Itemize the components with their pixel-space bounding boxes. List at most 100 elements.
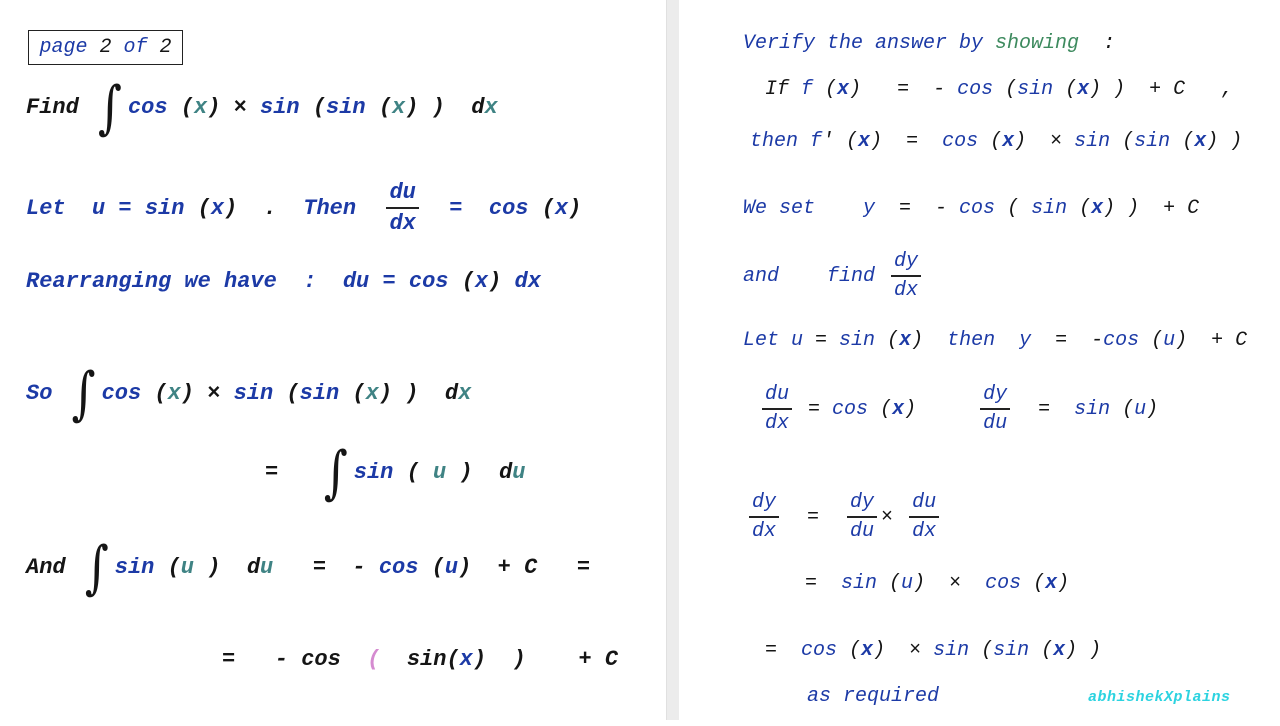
math-token: ( [273, 380, 300, 406]
math-token: sin [1017, 77, 1054, 101]
math-token: ) = - [849, 77, 958, 101]
math-token: Find [26, 94, 93, 120]
math-token: ) [446, 459, 500, 485]
math-token: ) × [913, 571, 986, 595]
if-line: If f (x) = - cos (sin (x) ) + C , [765, 59, 1233, 119]
math-token: = [765, 638, 802, 662]
math-token: sin [933, 638, 970, 662]
integral-sign-icon: ∫ [98, 73, 122, 141]
page-indicator: page 2 of 2 [28, 30, 183, 65]
numerator: dy [980, 384, 1011, 410]
math-token: sin [993, 638, 1030, 662]
math-token: x [365, 380, 379, 406]
math-token: And [26, 554, 79, 580]
math-token: cos [378, 554, 419, 580]
math-token: u [260, 554, 274, 580]
substituted-integral-line: = ∫ sin ( u ) du [265, 438, 526, 506]
math-token: x [1194, 129, 1207, 153]
math-token: ) [180, 380, 208, 406]
and-find-line: and find dy dx [743, 246, 925, 306]
math-token: x [458, 380, 472, 406]
right-panel: Verify the answer by showing : If f (x) … [679, 0, 1280, 720]
math-token: ' [822, 129, 835, 153]
math-token: ( [969, 638, 994, 662]
math-token: x [1045, 571, 1058, 595]
denominator: dx [894, 279, 919, 302]
numerator: du [909, 492, 940, 518]
math-token: = - [875, 196, 960, 220]
math-token: cos [957, 77, 994, 101]
math-token: sin [1074, 397, 1111, 421]
math-token: x [167, 380, 181, 406]
math-token: sin [114, 554, 155, 580]
math-token: then f [750, 129, 823, 153]
math-token: ) ) + C [1103, 196, 1200, 220]
math-token: ( [1110, 129, 1135, 153]
numerator: du [762, 384, 793, 410]
math-token: ) [488, 268, 515, 294]
math-token: sin [1134, 129, 1171, 153]
math-token: d [246, 554, 261, 580]
math-token: f [801, 77, 814, 101]
math-token: ( [834, 129, 859, 153]
math-token: Verify the answer by [743, 31, 996, 55]
math-token: sin [326, 94, 366, 120]
math-token: u [901, 571, 914, 595]
math-token: x [194, 94, 208, 120]
math-token: sin [1031, 196, 1068, 220]
math-token: u [444, 554, 459, 580]
math-token: sin [839, 328, 876, 352]
math-token: x [1053, 638, 1066, 662]
math-token: ) + C = [458, 554, 591, 580]
numerator: du [386, 181, 419, 209]
math-token: cos [101, 380, 142, 406]
math-token: cos [942, 129, 979, 153]
math-token: ( [339, 380, 366, 406]
math-token: Let u = sin [26, 195, 198, 221]
integral-sign-icon: ∫ [323, 438, 348, 506]
math-token: x [861, 638, 874, 662]
math-token: = - [1031, 328, 1104, 352]
math-token: × [233, 94, 261, 120]
math-token: ) [1057, 571, 1070, 595]
math-token: So [26, 380, 66, 406]
math-token: u [512, 459, 526, 485]
math-token: = [796, 397, 833, 421]
math-token: x [837, 77, 850, 101]
math-token: sin [841, 571, 878, 595]
math-token: ( [197, 195, 211, 221]
math-token: u [1163, 328, 1176, 352]
math-token: sin [233, 380, 274, 406]
math-token: ( [1110, 397, 1135, 421]
math-token: ( [1067, 196, 1092, 220]
math-token: ( [837, 638, 862, 662]
math-token: x [392, 94, 406, 120]
math-token: cos [985, 571, 1022, 595]
math-token: x [1077, 77, 1090, 101]
rearranging-line: Rearranging we have : du = cos (x) dx [26, 251, 541, 311]
math-token: ) = [870, 129, 943, 153]
math-token: ( [154, 554, 181, 580]
fraction: du dx [762, 384, 793, 434]
derivatives-line: du dx = cos (x) dy du = sin (u) [758, 379, 1158, 439]
math-token: ( [167, 94, 194, 120]
fraction: du dx [909, 492, 940, 542]
math-token: x [474, 268, 489, 294]
math-token: = [783, 505, 844, 529]
math-token: sin [260, 94, 300, 120]
math-token: = cos [422, 195, 542, 221]
math-token: ) ) [378, 380, 445, 406]
math-token: x [858, 129, 871, 153]
math-token: × [207, 380, 234, 406]
math-token: u [433, 459, 447, 485]
math-token: : [1079, 31, 1116, 55]
math-token: ( [461, 268, 475, 294]
math-token: Let u [743, 328, 816, 352]
math-token: = [1014, 397, 1075, 421]
math-token: ( [1029, 638, 1054, 662]
math-token: ( [813, 77, 838, 101]
integral-sign-icon: ∫ [71, 359, 96, 427]
math-token: ) × [1014, 129, 1075, 153]
math-token: Rearranging we have : [26, 268, 343, 294]
math-token: ) ) + C [472, 646, 619, 672]
